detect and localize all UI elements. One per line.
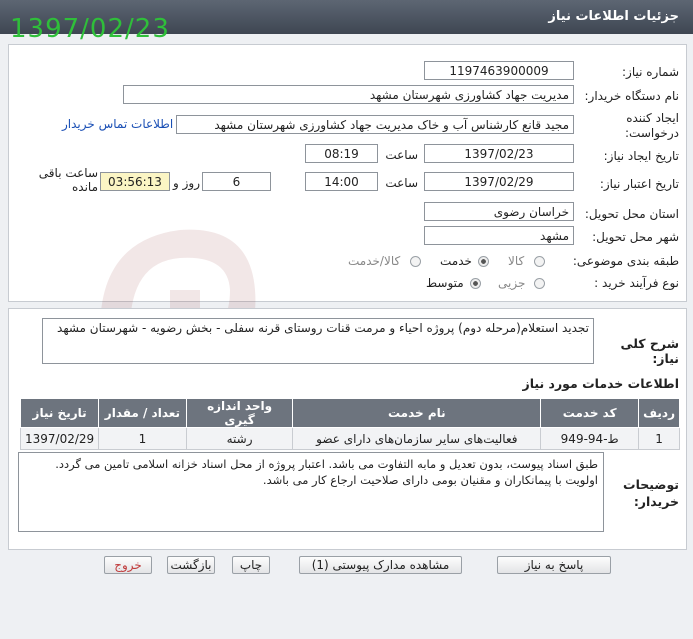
process-label: نوع فرآیند خرید : (594, 276, 679, 290)
remaining-label: ساعت باقی مانده (38, 166, 98, 194)
col-code: کد خدمت (540, 398, 640, 428)
col-name: نام خدمت (292, 398, 542, 428)
notes-text: طبق اسناد پیوست، بدون تعدیل و مابه التفا… (18, 452, 604, 532)
table-row: 1 ط-94-949 فعالیت‌های سایر سازمان‌های دا… (19, 427, 680, 450)
validity-date-label: تاریخ اعتبار نیاز: (599, 177, 679, 191)
province-label: استان محل تحویل: (584, 207, 679, 221)
radio-goods[interactable] (534, 256, 545, 267)
category-label: طبقه بندی موضوعی: (572, 254, 679, 268)
cell-unit: رشته (185, 427, 294, 450)
services-header-row: ردیف کد خدمت نام خدمت واحد اندازه گیری ت… (19, 398, 680, 428)
print-button[interactable]: چاپ (232, 556, 270, 574)
services-title: اطلاعات خدمات مورد نیاز (522, 376, 680, 391)
city-field: مشهد (424, 226, 574, 245)
radio-service[interactable] (478, 256, 489, 267)
window-title: جزئیات اطلاعات نیاز (548, 9, 679, 24)
announce-date-field: 1397/02/23 (424, 144, 574, 163)
need-number-label: شماره نیاز: (622, 65, 679, 79)
creator-label: ایجاد کننده درخواست: (625, 111, 679, 140)
col-unit: واحد اندازه گیری (185, 398, 294, 428)
notes-label: توضیحات خریدار: (623, 477, 679, 509)
back-button[interactable]: بازگشت (167, 556, 215, 574)
services-table: ردیف کد خدمت نام خدمت واحد اندازه گیری ت… (19, 398, 680, 450)
buyer-contact-link[interactable]: اطلاعات تماس خریدار (62, 117, 173, 131)
validity-time-field: 14:00 (305, 172, 378, 191)
date-stamp: 1397/02/23 (10, 14, 170, 44)
remaining-days-field: 6 (202, 172, 271, 191)
category-option-goods-service[interactable] (410, 254, 421, 268)
cell-name: فعالیت‌های سایر سازمان‌های دارای عضو (292, 427, 542, 450)
reply-button[interactable]: پاسخ به نیاز (497, 556, 611, 574)
category-option-goods[interactable] (534, 254, 545, 268)
exit-button[interactable]: خروج (104, 556, 152, 574)
col-date: تاریخ نیاز (19, 398, 100, 428)
process-minor-label: جزیی (498, 276, 526, 290)
process-option-minor[interactable] (534, 276, 545, 290)
process-medium-label: متوسط (426, 276, 464, 290)
category-service-label: خدمت (440, 254, 472, 268)
category-option-service[interactable] (478, 254, 489, 268)
process-option-medium[interactable] (470, 276, 481, 290)
summary-text: تجدید استعلام(مرحله دوم) پروژه احیاء و م… (42, 318, 594, 364)
buyer-org-label: نام دستگاه خریدار: (584, 89, 680, 103)
buyer-org-field: مدیریت جهاد کشاورزی شهرستان مشهد (123, 85, 574, 104)
view-attachments-button[interactable]: مشاهده مدارک پیوستی (1) (299, 556, 462, 574)
validity-time-label: ساعت (385, 176, 418, 190)
remaining-time-field: 03:56:13 (100, 172, 170, 191)
category-goods-label: کالا (508, 254, 525, 268)
announce-date-label: تاریخ ایجاد نیاز: (603, 149, 679, 163)
col-row: ردیف (638, 398, 680, 428)
province-field: خراسان رضوی (424, 202, 574, 221)
announce-time-label: ساعت (385, 148, 418, 162)
creator-field: مجید قانع کارشناس آب و خاک مدیریت جهاد ک… (176, 115, 574, 134)
radio-medium[interactable] (470, 278, 481, 289)
days-label: روز و (173, 176, 200, 190)
radio-minor[interactable] (534, 278, 545, 289)
need-number-field: 1197463900009 (424, 61, 574, 80)
cell-code: ط-94-949 (540, 427, 640, 450)
summary-label: شرح کلی نیاز: (620, 336, 679, 366)
cell-date: 1397/02/29 (19, 427, 100, 450)
cell-row: 1 (638, 427, 680, 450)
cell-qty: 1 (98, 427, 187, 450)
category-goods-service-label: کالا/خدمت (348, 254, 401, 268)
announce-time-field: 08:19 (305, 144, 378, 163)
validity-date-field: 1397/02/29 (424, 172, 574, 191)
city-label: شهر محل تحویل: (592, 230, 679, 244)
radio-goods-service[interactable] (410, 256, 421, 267)
col-qty: تعداد / مقدار (98, 398, 187, 428)
